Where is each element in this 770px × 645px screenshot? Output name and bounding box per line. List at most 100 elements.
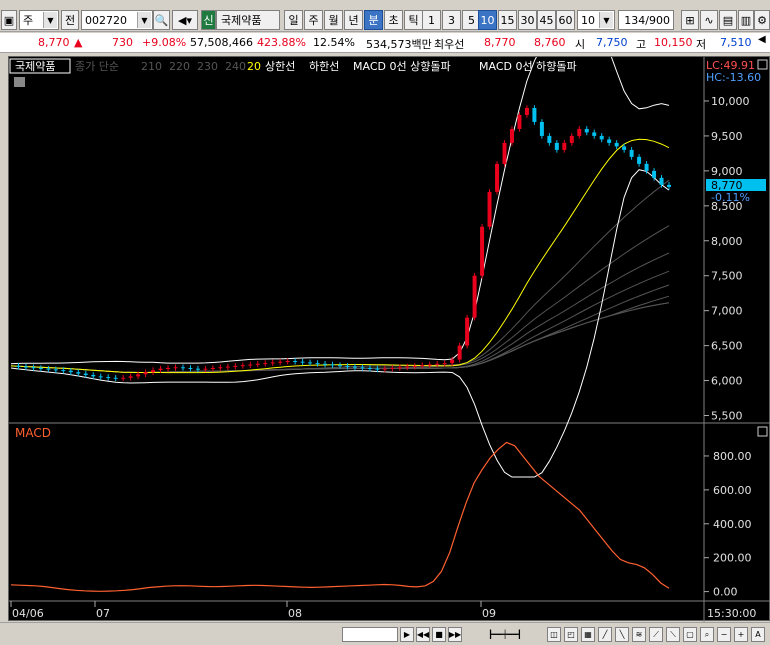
scrollbar-track[interactable] xyxy=(342,627,398,642)
legend-ma-240: 240 xyxy=(225,60,246,73)
period-week[interactable]: 주 xyxy=(304,10,323,30)
scroll-end-icon[interactable]: ▶▶ xyxy=(448,627,462,642)
open-label: 시 xyxy=(575,38,586,51)
search-icon[interactable]: 🔍 xyxy=(153,10,170,30)
macd-tick-label: 600.00 xyxy=(713,484,752,497)
candle-body xyxy=(652,170,657,178)
tool-icon-4[interactable]: ╱ xyxy=(598,627,612,642)
candle-body xyxy=(539,121,544,136)
gear-icon[interactable]: ⚙ xyxy=(754,10,770,30)
current-pct-text: -0.11% xyxy=(711,191,750,204)
scroll-right-icon[interactable]: ▶ xyxy=(400,627,414,642)
candle-body xyxy=(270,362,275,364)
kind-tick[interactable]: 틱 xyxy=(404,10,423,30)
candle-body xyxy=(614,142,619,147)
plus-icon[interactable]: + xyxy=(734,627,748,642)
chart-area[interactable]: 국제약품 종가 단순 210 220 230 240 20 상한선 하한선 MA… xyxy=(8,56,770,622)
legend-ma-230: 230 xyxy=(197,60,218,73)
candle-body xyxy=(397,367,402,369)
legend-ma-220: 220 xyxy=(169,60,190,73)
tool-icon-6[interactable]: ≋ xyxy=(632,627,646,642)
layout-icon[interactable]: ▥ xyxy=(738,10,754,30)
candle-body xyxy=(509,128,514,143)
interval-30[interactable]: 30 xyxy=(518,10,537,30)
market-select[interactable]: 주 ▼ xyxy=(19,10,59,30)
interval-3[interactable]: 3 xyxy=(442,10,461,30)
candle-body xyxy=(352,366,357,368)
candle-body xyxy=(562,142,567,150)
volume-ratio: 423.88% xyxy=(257,36,306,49)
turnover: 12.54% xyxy=(313,36,355,49)
candle-body xyxy=(622,146,627,150)
period-day[interactable]: 일 xyxy=(284,10,303,30)
best-label: 최우선 xyxy=(434,38,465,51)
tool-icon-7[interactable]: ⟋ xyxy=(649,627,663,642)
stop-icon[interactable]: ■ xyxy=(432,627,446,642)
tool-icon-5[interactable]: ╲ xyxy=(615,627,629,642)
candle-body xyxy=(136,374,141,377)
candle-body xyxy=(547,135,552,143)
candle-body xyxy=(38,367,43,369)
candle-body xyxy=(607,139,612,143)
zoom-slider[interactable]: ┣━━┿━━┫ xyxy=(470,627,540,642)
period-year[interactable]: 년 xyxy=(344,10,363,30)
candle-body xyxy=(263,363,268,365)
panel-close-button[interactable] xyxy=(757,59,768,70)
current-price: 8,770 xyxy=(38,36,70,49)
collapse-button[interactable]: ◀ xyxy=(758,34,766,45)
high-price: 10,150 xyxy=(654,36,693,49)
macd-tick-label: 200.00 xyxy=(713,552,752,565)
candle-body xyxy=(106,377,111,379)
candle-body xyxy=(128,376,133,378)
credit-badge: 신 xyxy=(201,10,216,30)
change-value: 730 xyxy=(112,36,133,49)
candle-body xyxy=(442,363,447,365)
candle-body xyxy=(180,367,185,369)
window-icon[interactable]: ▣ xyxy=(1,10,17,30)
interval-15[interactable]: 15 xyxy=(498,10,517,30)
interval-45[interactable]: 45 xyxy=(537,10,556,30)
save-icon[interactable]: ▤ xyxy=(719,10,737,30)
kind-second[interactable]: 초 xyxy=(384,10,403,30)
price-tick-label: 6,500 xyxy=(711,340,743,353)
tool-icon-8[interactable]: ⟍ xyxy=(666,627,680,642)
tool-icon-9[interactable]: ▢ xyxy=(683,627,697,642)
interval-1[interactable]: 1 xyxy=(422,10,441,30)
grid-toggle-icon[interactable] xyxy=(14,77,25,87)
candle-body xyxy=(390,367,395,369)
speaker-icon[interactable]: ◀▾ xyxy=(172,10,198,30)
tool-icon-1[interactable]: ◫ xyxy=(547,627,561,642)
moving-average-line xyxy=(10,179,670,373)
period-month[interactable]: 월 xyxy=(324,10,343,30)
count-select[interactable]: 10 ▼ xyxy=(577,10,615,30)
minus-icon[interactable]: − xyxy=(717,627,731,642)
chart-line-icon[interactable]: ∿ xyxy=(700,10,718,30)
code-input[interactable]: 002720 ▼ xyxy=(81,10,153,30)
candle-body xyxy=(427,364,432,366)
text-tool-icon[interactable]: A xyxy=(751,627,765,642)
candle-body xyxy=(584,128,589,133)
candle-body xyxy=(637,156,642,164)
interval-10[interactable]: 10 xyxy=(478,10,497,30)
bid-price: 8,760 xyxy=(534,36,566,49)
quote-bar: 8,770 ▲ 730 +9.08% 57,508,466 423.88% 12… xyxy=(0,33,770,53)
scroll-start-icon[interactable]: ◀◀ xyxy=(416,627,430,642)
chevron-down-icon: ▼ xyxy=(137,12,151,28)
count-display[interactable]: 134/900 xyxy=(618,10,674,30)
candle-body xyxy=(375,368,380,370)
x-tick-label: 09 xyxy=(482,607,496,620)
grid-icon[interactable]: ⊞ xyxy=(681,10,699,30)
candle-body xyxy=(532,107,537,122)
macd-close-button[interactable] xyxy=(757,426,768,437)
candle-body xyxy=(113,377,118,379)
macd-tick-label: 800.00 xyxy=(713,450,752,463)
tool-icon-3[interactable]: ▦ xyxy=(581,627,595,642)
prev-button[interactable]: 전 xyxy=(61,10,79,30)
interval-60[interactable]: 60 xyxy=(556,10,575,30)
kind-minute[interactable]: 분 xyxy=(364,10,383,30)
price-tick-label: 7,500 xyxy=(711,270,743,283)
candle-body xyxy=(46,368,51,370)
candle-body xyxy=(68,370,73,373)
tool-icon-2[interactable]: ◰ xyxy=(564,627,578,642)
zoom-icon[interactable]: ⌕ xyxy=(700,627,714,642)
